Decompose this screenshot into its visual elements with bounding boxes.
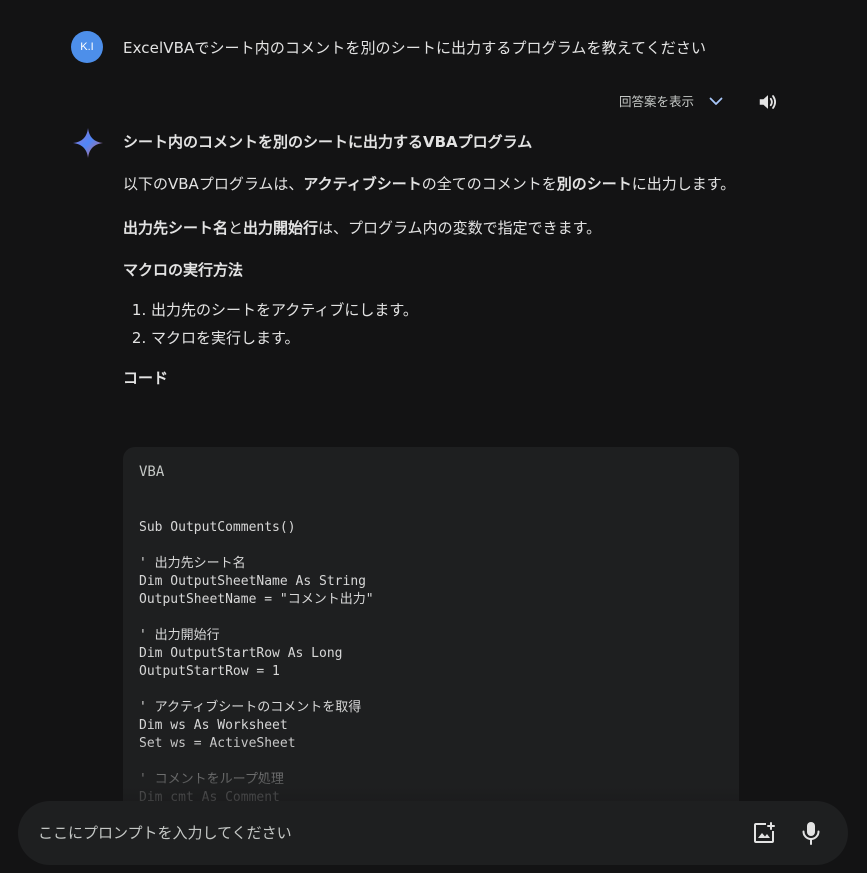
user-prompt-text: ExcelVBAでシート内のコメントを別のシートに出力するプログラムを教えてくだ… [123, 38, 707, 57]
assistant-response: シート内のコメントを別のシートに出力するVBAプログラム 以下のVBAプログラム… [123, 130, 738, 392]
bold-segment: 出力開始行 [243, 219, 319, 237]
prompt-bar [18, 801, 848, 865]
steps-list: 出力先のシートをアクティブにします。 マクロを実行します。 [123, 296, 738, 352]
run-method-heading: マクロの実行方法 [123, 261, 244, 279]
add-image-icon[interactable] [752, 821, 776, 845]
response-paragraph-1: 以下のVBAプログラムは、アクティブシートの全てのコメントを別のシートに出力しま… [123, 170, 738, 198]
user-avatar[interactable]: K.I [71, 31, 103, 63]
text-segment: は、プログラム内の変数で指定できます。 [318, 219, 602, 237]
user-prompt-row: K.I ExcelVBAでシート内のコメントを別のシートに出力するプログラムを教… [71, 31, 706, 63]
bold-segment: 別のシート [556, 175, 632, 193]
bold-segment: アクティブシート [303, 175, 422, 193]
response-heading: シート内のコメントを別のシートに出力するVBAプログラム [123, 133, 533, 151]
code-line: ' アクティブシートのコメントを取得 [139, 700, 362, 715]
code-line: OutputSheetName = "コメント出力" [139, 592, 374, 607]
show-drafts-button[interactable]: 回答案を表示 [619, 91, 724, 110]
speaker-icon[interactable] [757, 91, 779, 113]
code-line: OutputStartRow = 1 [139, 664, 280, 679]
sparkle-icon [72, 127, 104, 159]
code-block: VBA Sub OutputComments() ' 出力先シート名 Dim Out… [123, 447, 739, 847]
text-segment: に出力します。 [631, 175, 736, 193]
chevron-down-icon [708, 93, 724, 109]
bold-segment: 出力先シート名 [123, 219, 229, 237]
code-line: Dim OutputStartRow As Long [139, 646, 343, 661]
prompt-input[interactable] [38, 801, 718, 865]
list-item: 出力先のシートをアクティブにします。 [151, 296, 738, 324]
code-line: ' 出力開始行 [139, 628, 220, 643]
code-line: Sub OutputComments() [139, 520, 296, 535]
code-heading: コード [123, 369, 169, 387]
chat-page: K.I ExcelVBAでシート内のコメントを別のシートに出力するプログラムを教… [0, 0, 867, 873]
response-paragraph-2: 出力先シート名と出力開始行は、プログラム内の変数で指定できます。 [123, 214, 738, 242]
code-language-label: VBA [139, 464, 165, 480]
code-line: ' 出力先シート名 [139, 556, 246, 571]
mic-icon[interactable] [799, 820, 823, 846]
text-segment: 以下のVBAプログラムは、 [123, 175, 304, 193]
show-drafts-label: 回答案を表示 [619, 94, 695, 109]
text-segment: と [228, 219, 244, 237]
code-line: Dim ws As Worksheet [139, 718, 288, 733]
code-line: Dim OutputSheetName As String [139, 574, 366, 589]
list-item: マクロを実行します。 [151, 324, 738, 352]
text-segment: の全てのコメントを [421, 175, 557, 193]
